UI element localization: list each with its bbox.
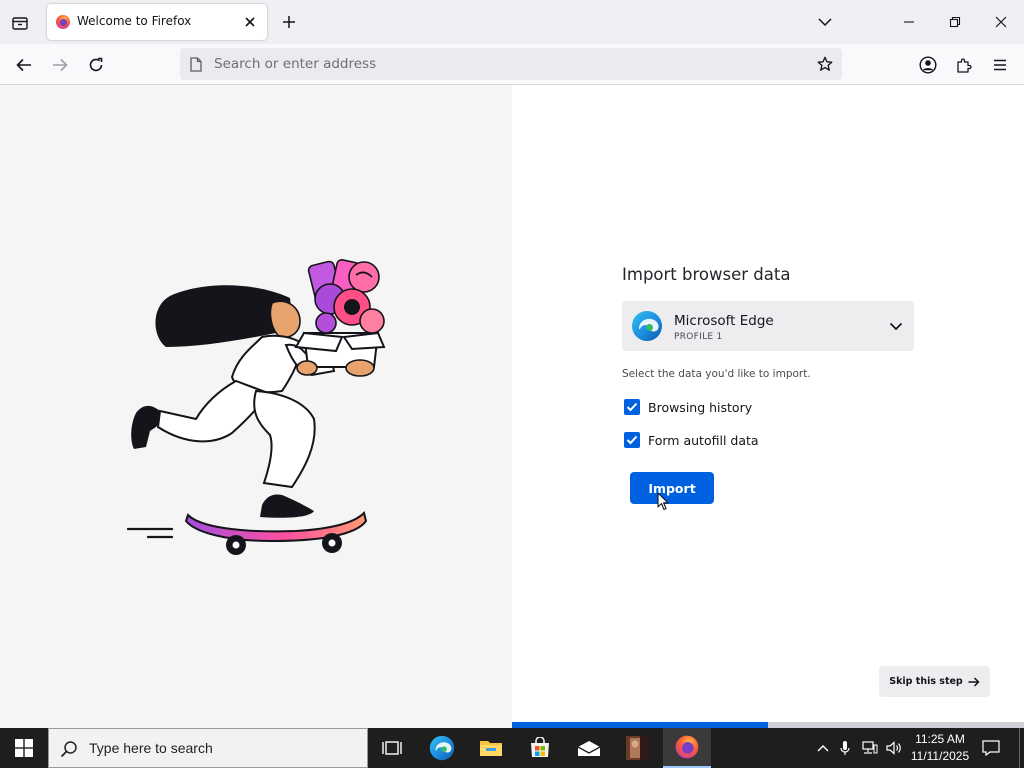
mail-icon[interactable] — [565, 728, 613, 768]
import-heading: Import browser data — [622, 265, 791, 284]
skip-label: Skip this step — [889, 676, 963, 687]
option-form-autofill[interactable]: Form autofill data — [624, 431, 759, 449]
tab-title: Welcome to Firefox — [77, 14, 192, 28]
mouse-cursor-icon — [656, 490, 670, 512]
restore-icon[interactable] — [934, 6, 976, 38]
edge-logo-icon — [630, 309, 664, 343]
tab-bar: Welcome to Firefox — [0, 0, 1024, 44]
checkbox-checked-icon[interactable] — [624, 399, 640, 415]
taskbar-search-input[interactable]: Type here to search — [89, 740, 213, 756]
account-icon[interactable] — [916, 53, 940, 77]
forward-icon[interactable] — [48, 53, 72, 77]
select-data-hint: Select the data you'd like to import. — [622, 368, 811, 380]
illustration-pane — [0, 85, 512, 728]
task-view-icon[interactable] — [368, 728, 416, 768]
close-tab-icon[interactable] — [241, 13, 259, 31]
clock-time: 11:25 AM — [915, 732, 965, 746]
show-desktop-button[interactable] — [1019, 728, 1024, 768]
option-label: Browsing history — [648, 399, 753, 415]
option-browsing-history[interactable]: Browsing history — [624, 398, 752, 416]
page-content: Import browser data Microsoft Edge PROFI… — [0, 85, 1024, 728]
windows-start-icon[interactable] — [0, 728, 48, 768]
volume-icon[interactable] — [884, 738, 904, 758]
minimize-icon[interactable] — [888, 6, 930, 38]
taskbar-search-box[interactable]: Type here to search — [48, 728, 368, 768]
page-icon — [188, 56, 204, 72]
clock-date: 11/11/2025 — [910, 749, 970, 763]
skateboarder-illustration — [126, 259, 386, 555]
import-button[interactable]: Import — [630, 472, 714, 504]
close-window-icon[interactable] — [980, 6, 1022, 38]
source-browser-name: Microsoft Edge — [674, 313, 774, 329]
firefox-favicon-icon — [55, 14, 71, 30]
skip-step-button[interactable]: Skip this step — [879, 666, 990, 697]
source-profile-name: PROFILE 1 — [674, 332, 723, 342]
checkbox-checked-icon[interactable] — [624, 432, 640, 448]
tab-list-icon[interactable] — [8, 12, 32, 34]
edge-taskbar-icon[interactable] — [418, 728, 466, 768]
bookmark-star-icon[interactable] — [814, 54, 836, 74]
url-bar[interactable]: Search or enter address — [180, 48, 842, 80]
extensions-icon[interactable] — [952, 53, 976, 77]
reload-icon[interactable] — [84, 53, 108, 77]
photo-app-icon[interactable] — [614, 728, 662, 768]
taskbar: Type here to search 11:25 AM 11/11/2025 — [0, 728, 1024, 768]
notifications-icon[interactable] — [978, 736, 1004, 760]
nav-toolbar: Search or enter address — [0, 44, 1024, 85]
show-hidden-icons-icon[interactable] — [814, 738, 832, 758]
import-panel: Import browser data Microsoft Edge PROFI… — [512, 85, 1024, 728]
browser-source-select[interactable]: Microsoft Edge PROFILE 1 — [622, 301, 914, 351]
arrow-right-icon — [968, 676, 980, 687]
option-label: Form autofill data — [648, 432, 759, 448]
taskbar-clock[interactable]: 11:25 AM 11/11/2025 — [904, 731, 976, 765]
microphone-icon[interactable] — [836, 738, 854, 758]
microsoft-store-icon[interactable] — [516, 728, 564, 768]
url-input[interactable]: Search or enter address — [214, 56, 376, 72]
list-all-tabs-icon[interactable] — [814, 11, 836, 33]
file-explorer-icon[interactable] — [467, 728, 515, 768]
network-icon[interactable] — [860, 738, 880, 758]
chevron-down-icon — [886, 317, 906, 335]
search-icon — [59, 739, 79, 759]
browser-window: Welcome to Firefox Search or enter addre… — [0, 0, 1024, 728]
back-icon[interactable] — [12, 53, 36, 77]
tab-welcome[interactable]: Welcome to Firefox — [47, 4, 267, 40]
new-tab-icon[interactable] — [278, 11, 300, 33]
menu-icon[interactable] — [988, 53, 1012, 77]
firefox-taskbar-icon[interactable] — [663, 728, 711, 768]
